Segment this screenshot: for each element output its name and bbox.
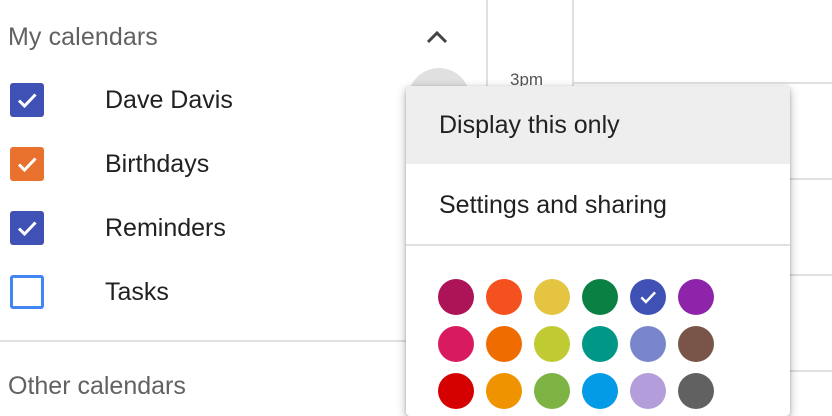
calendar-options-menu: Display this only Settings and sharing xyxy=(406,86,790,416)
calendar-label: Dave Davis xyxy=(105,85,233,114)
color-swatch-tomato[interactable] xyxy=(438,373,474,409)
color-swatch-citron[interactable] xyxy=(534,279,570,315)
color-swatch-wisteria[interactable] xyxy=(630,373,666,409)
color-swatch-graphite[interactable] xyxy=(678,373,714,409)
color-swatch-cocoa[interactable] xyxy=(678,326,714,362)
color-swatch-cherry-blossom[interactable] xyxy=(438,326,474,362)
color-swatch-mango[interactable] xyxy=(486,373,522,409)
checkmark-icon xyxy=(640,291,656,304)
color-swatch-radicchio[interactable] xyxy=(438,279,474,315)
grid-hour-line xyxy=(790,178,832,180)
color-swatch-grape[interactable] xyxy=(678,279,714,315)
grid-hour-line xyxy=(572,82,832,84)
color-swatch-pistachio[interactable] xyxy=(534,373,570,409)
checkbox-checked-icon[interactable] xyxy=(10,211,44,245)
color-swatch-avocado[interactable] xyxy=(534,326,570,362)
checkbox-unchecked-icon[interactable] xyxy=(10,275,44,309)
my-calendars-header[interactable]: My calendars xyxy=(8,20,458,54)
color-swatch-blueberry[interactable] xyxy=(630,279,666,315)
chevron-up-icon[interactable] xyxy=(424,24,450,50)
other-calendars-title[interactable]: Other calendars xyxy=(8,372,186,401)
grid-hour-line xyxy=(790,274,832,276)
calendar-label: Reminders xyxy=(105,213,226,242)
display-this-only-item[interactable]: Display this only xyxy=(406,86,790,164)
calendar-label: Birthdays xyxy=(105,149,210,178)
menu-divider xyxy=(406,244,790,246)
color-swatch-peacock[interactable] xyxy=(582,373,618,409)
color-swatch-pumpkin[interactable] xyxy=(486,326,522,362)
calendar-label: Tasks xyxy=(105,277,169,306)
color-swatch-eucalyptus[interactable] xyxy=(582,326,618,362)
my-calendars-title: My calendars xyxy=(8,22,158,51)
color-swatch-basil[interactable] xyxy=(582,279,618,315)
settings-and-sharing-item[interactable]: Settings and sharing xyxy=(406,166,790,244)
checkbox-checked-icon[interactable] xyxy=(10,83,44,117)
checkbox-checked-icon[interactable] xyxy=(10,147,44,181)
color-swatch-tangerine[interactable] xyxy=(486,279,522,315)
color-swatch-lavender[interactable] xyxy=(630,326,666,362)
grid-hour-line xyxy=(790,370,832,372)
